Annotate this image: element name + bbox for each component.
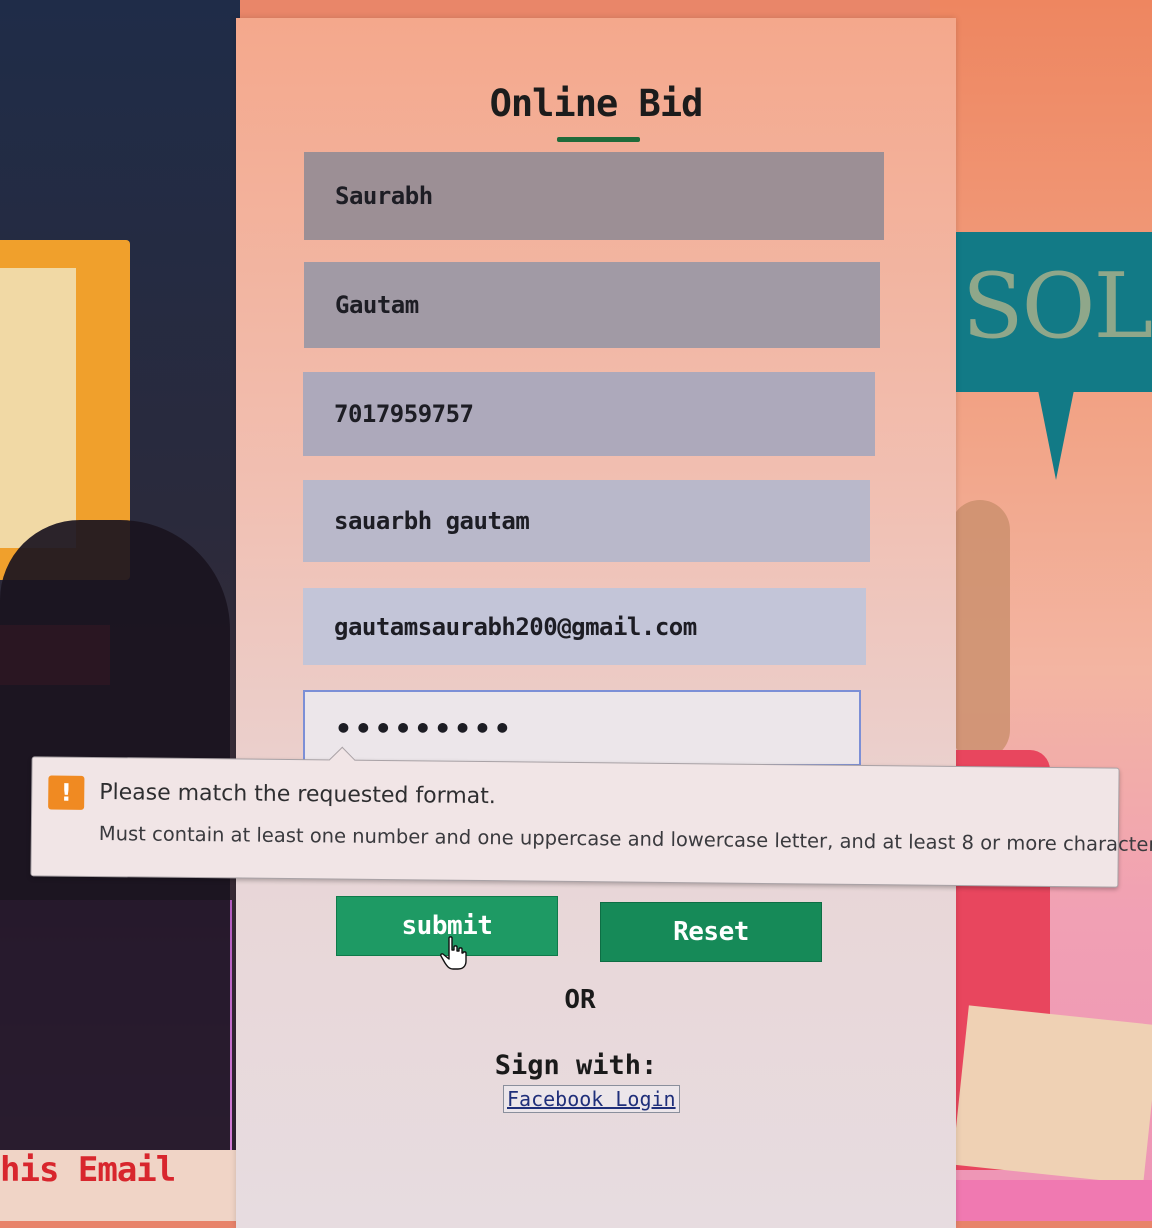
title-underline <box>557 137 640 142</box>
validation-title: Please match the requested format. <box>99 780 496 810</box>
hand-cursor-icon <box>440 936 467 970</box>
sign-with-label: Sign with: <box>494 1050 658 1081</box>
background-envelope <box>952 1005 1152 1185</box>
background-hand <box>950 500 1010 760</box>
form-title: Online Bid <box>489 82 704 125</box>
sold-banner-text: SOLI <box>962 254 1152 359</box>
background-email-text: his Email <box>0 1150 176 1190</box>
first-name-field[interactable]: Saurabh <box>304 152 884 240</box>
last-name-field[interactable]: Gautam <box>304 262 880 348</box>
email-field[interactable]: gautamsaurabh200@gmail.com <box>303 588 866 665</box>
or-divider-text: OR <box>564 985 596 1015</box>
password-field[interactable]: ••••••••• <box>303 690 861 766</box>
reset-button[interactable]: Reset <box>600 902 822 962</box>
username-field[interactable]: sauarbh gautam <box>303 480 870 562</box>
sold-banner-pointer <box>1038 390 1074 480</box>
warning-icon: ! <box>48 775 85 810</box>
validation-tooltip: ! Please match the requested format. Mus… <box>30 746 1152 888</box>
facebook-login-link[interactable]: Facebook Login <box>503 1085 680 1113</box>
phone-field[interactable]: 7017959757 <box>303 372 875 456</box>
validation-detail: Must contain at least one number and one… <box>98 822 1152 857</box>
